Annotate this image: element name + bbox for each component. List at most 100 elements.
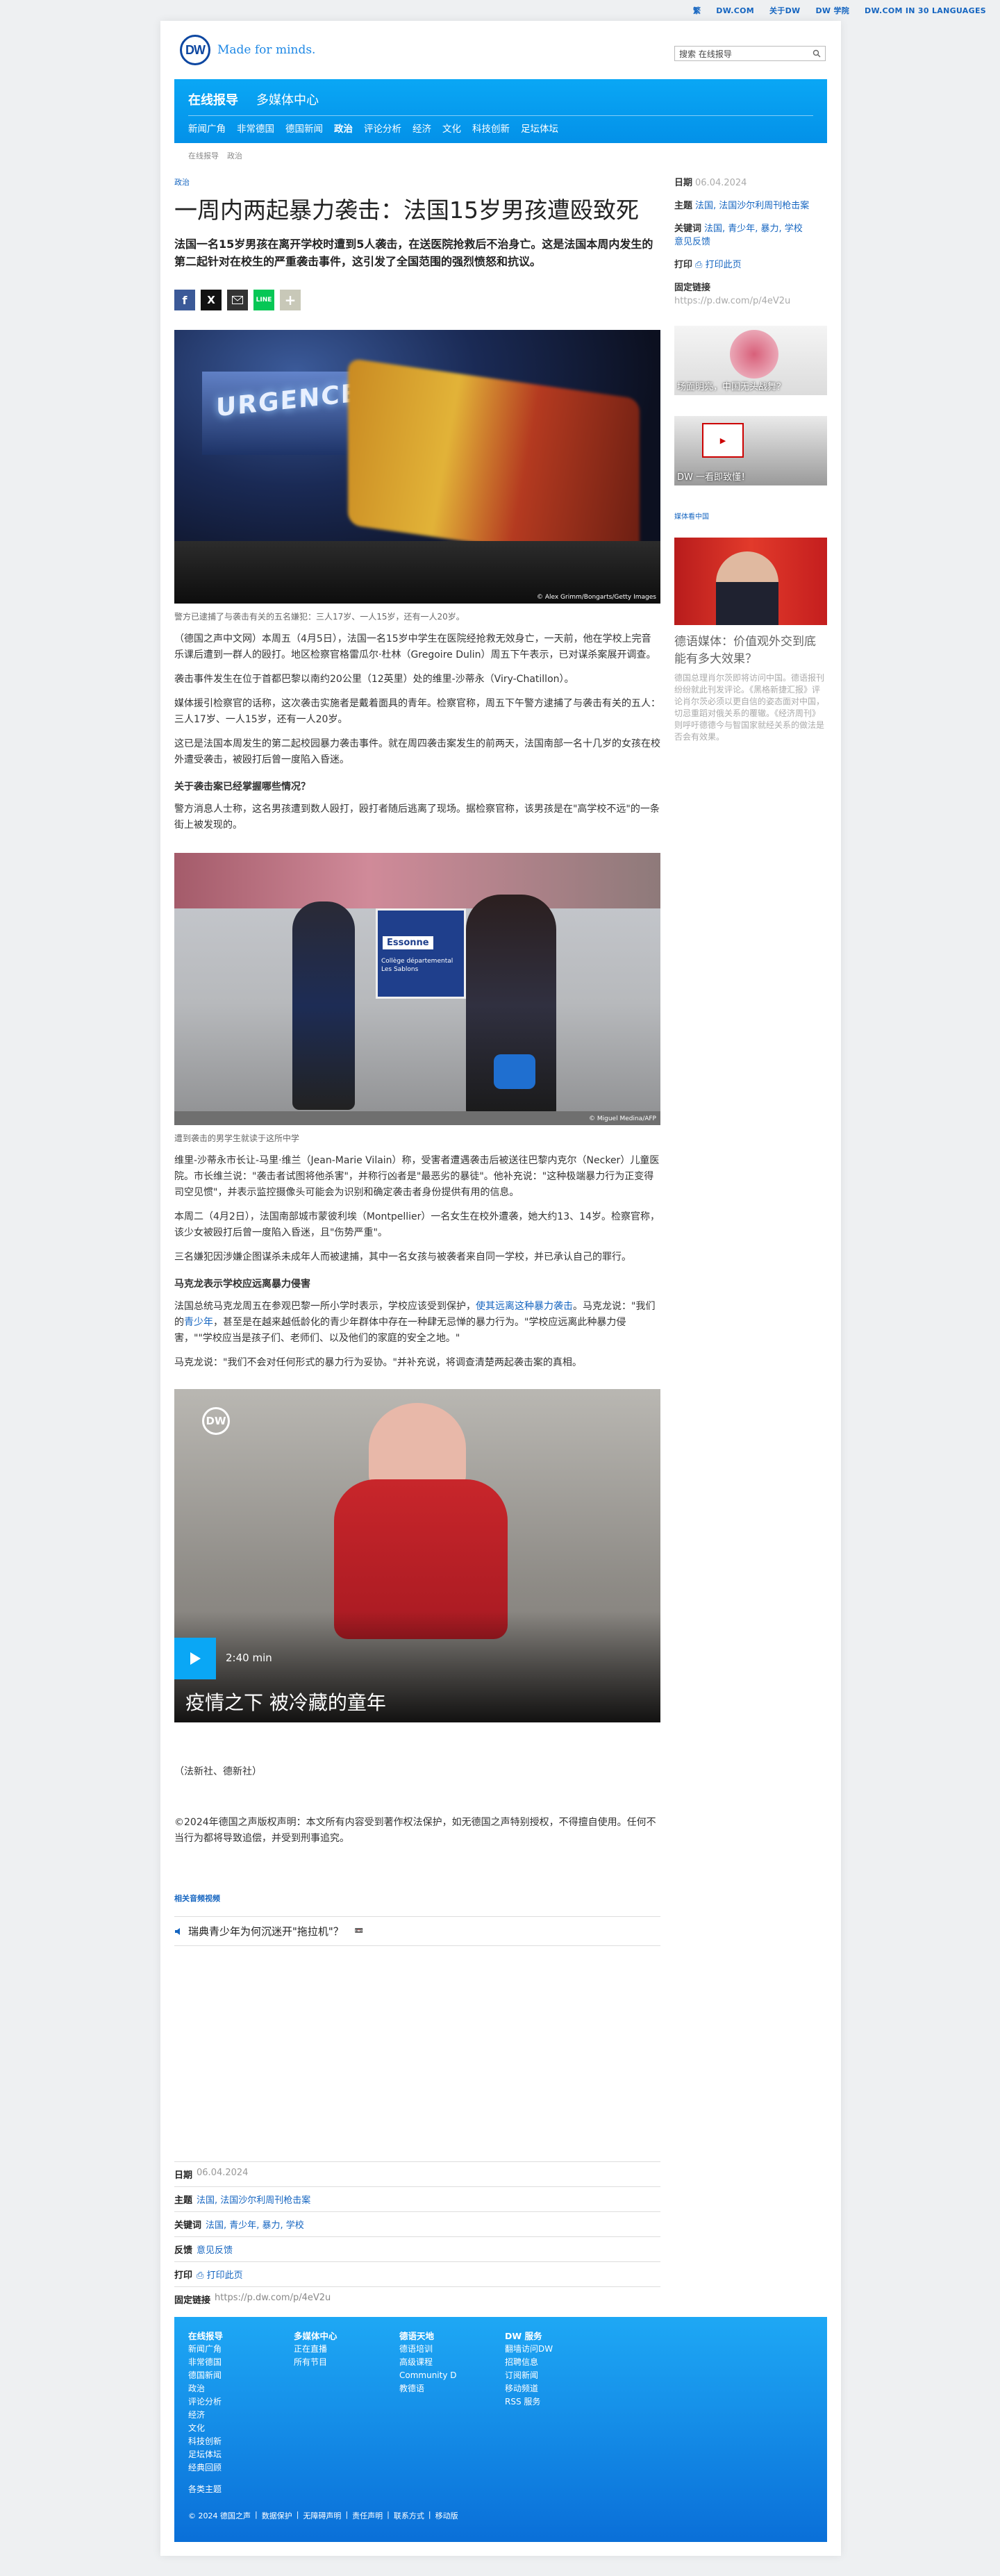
video-title[interactable]: 疫情之下 被冷藏的童年 <box>185 1688 386 1715</box>
topbar-link-about[interactable]: 关于DW <box>769 5 800 16</box>
breadcrumb: 在线报导 政治 <box>188 150 242 161</box>
footer-legal-link[interactable]: 联系方式 <box>394 2510 424 2521</box>
footer-link[interactable]: 新闻广角 <box>188 2343 223 2356</box>
article-subheading: 马克龙表示学校应远离暴力侵害 <box>174 1279 310 1290</box>
meta-row-keywords: 关键词 法国, 青少年, 暴力, 学校 <box>174 2211 660 2236</box>
article-paragraph: 三名嫌犯因涉嫌企图谋杀未成年人而被逮捕，其中一名女孩与被袭者来自同一学校，并已承… <box>174 1252 631 1263</box>
footer-legal-link[interactable]: 移动版 <box>435 2510 458 2521</box>
footer-link[interactable]: Community D <box>399 2369 457 2382</box>
footer-heading[interactable]: 多媒体中心 <box>294 2329 338 2343</box>
footer-separator: | <box>255 2510 258 2519</box>
footer-link[interactable]: 高级课程 <box>399 2356 457 2369</box>
nav-tab-online[interactable]: 在线报导 <box>188 90 238 108</box>
footer-link[interactable]: 文化 <box>188 2422 223 2435</box>
nav-item-sports[interactable]: 足坛体坛 <box>521 121 558 135</box>
image-credit: © Alex Grimm/Bongarts/Getty Images <box>536 594 656 601</box>
meta-feedback[interactable]: 意见反馈 <box>197 2243 233 2256</box>
footer-link[interactable]: 翻墙访问DW <box>505 2343 553 2356</box>
footer-link[interactable]: 教德语 <box>399 2382 457 2395</box>
sidebar-date-value: 06.04.2024 <box>695 178 747 188</box>
article-paragraph: 法国总统马克龙周五在参观巴黎一所小学时表示，学校应该受到保护，使其远离这种暴力袭… <box>174 1299 660 1347</box>
footer-link[interactable]: 正在直播 <box>294 2343 338 2356</box>
image-sign-text: Essonne <box>383 936 433 949</box>
article-link[interactable]: 青少年 <box>184 1317 213 1328</box>
meta-row-date: 日期 06.04.2024 <box>174 2161 660 2186</box>
nav-tab-multimedia[interactable]: 多媒体中心 <box>256 90 319 108</box>
breadcrumb-item-online[interactable]: 在线报导 <box>188 150 219 161</box>
footer-heading[interactable]: 德语天地 <box>399 2329 457 2343</box>
breadcrumb-item-politics[interactable]: 政治 <box>227 150 242 161</box>
print-icon: ⎙ <box>695 260 706 270</box>
meta-label: 反馈 <box>174 2245 193 2256</box>
topbar-link-languages[interactable]: DW.COM IN 30 LANGUAGES <box>865 6 986 15</box>
nav-item-politics[interactable]: 政治 <box>334 121 353 135</box>
promo-banner-caption: DW 一看即致懂！ <box>677 472 750 483</box>
footer-link[interactable]: 订阅新闻 <box>505 2369 553 2382</box>
nav-item-science[interactable]: 科技创新 <box>472 121 510 135</box>
search-icon[interactable] <box>812 49 821 58</box>
nav-item-news[interactable]: 新闻广角 <box>188 121 226 135</box>
footer-heading[interactable]: DW 服务 <box>505 2329 553 2343</box>
x-icon[interactable]: X <box>201 290 222 310</box>
footer-heading[interactable]: 在线报导 <box>188 2329 223 2343</box>
article-kicker[interactable]: 政治 <box>174 176 660 188</box>
meta-permalink[interactable]: https://p.dw.com/p/4eV2u <box>215 2293 331 2306</box>
sidebar-topic-link[interactable]: 法国, 法国沙尔利周刊枪击案 <box>695 201 809 211</box>
footer-link[interactable]: 所有节目 <box>294 2356 338 2369</box>
dw-logo[interactable]: DW Made for minds. <box>180 35 315 65</box>
sidebar-permalink-value[interactable]: https://p.dw.com/p/4eV2u <box>674 296 790 306</box>
footer-legal-link[interactable]: 数据保护 <box>262 2510 292 2521</box>
footer-link[interactable]: 德国新闻 <box>188 2369 223 2382</box>
sidebar-keywords: 关键词 法国, 青少年, 暴力, 学校 意见反馈 <box>674 222 827 249</box>
print-link[interactable]: ⎙ 打印此页 <box>197 2268 243 2281</box>
nav-divider <box>188 115 813 116</box>
search-input[interactable]: 搜索 在线报导 <box>674 46 826 61</box>
footer-link[interactable]: 足坛体坛 <box>188 2448 223 2461</box>
nav-item-opinion[interactable]: 评论分析 <box>364 121 401 135</box>
footer-link[interactable]: 政治 <box>188 2382 223 2395</box>
topbar-link-academy[interactable]: DW 学院 <box>815 5 849 16</box>
nav-item-culture[interactable]: 文化 <box>442 121 461 135</box>
footer-copyright: © 2024 德国之声 <box>188 2511 251 2520</box>
footer-link[interactable]: RSS 服务 <box>505 2395 553 2409</box>
footer-link[interactable]: 科技创新 <box>188 2435 223 2448</box>
footer-link[interactable]: 经济 <box>188 2409 223 2422</box>
sidebar-keywords-link[interactable]: 法国, 青少年, 暴力, 学校 <box>704 224 803 234</box>
nav-item-germany[interactable]: 非常德国 <box>237 121 274 135</box>
sidebar-label: 日期 <box>674 178 693 188</box>
email-icon[interactable] <box>227 290 248 310</box>
topbar-link-traditional[interactable]: 繁 <box>693 5 701 16</box>
footer-legal-link[interactable]: 责任声明 <box>352 2510 383 2521</box>
footer-link[interactable]: 评论分析 <box>188 2395 223 2409</box>
footer-link[interactable]: 非常德国 <box>188 2356 223 2369</box>
footer-legal-link[interactable]: 无障碍声明 <box>303 2510 341 2521</box>
sidebar-story-title[interactable]: 德语媒体：价值观外交到底能有多大效果？ <box>674 633 827 668</box>
line-icon[interactable]: LINE <box>253 290 274 310</box>
meta-topic[interactable]: 法国, 法国沙尔利周刊枪击案 <box>197 2193 310 2206</box>
facebook-icon[interactable]: f <box>174 290 195 310</box>
promo-banner-dragon[interactable]: 场面明亮，中国无头战舞？ <box>674 326 827 395</box>
more-share-icon[interactable]: + <box>280 290 301 310</box>
footer-link-topics[interactable]: 各类主题 <box>188 2483 223 2496</box>
meta-row-feedback: 反馈 意见反馈 <box>174 2236 660 2261</box>
sidebar-print-link[interactable]: ⎙ 打印此页 <box>695 260 742 270</box>
video-player[interactable]: DW 2:40 min 疫情之下 被冷藏的童年 <box>174 1389 660 1722</box>
sidebar-story-image[interactable] <box>674 538 827 625</box>
article-link[interactable]: 使其远离这种暴力袭击 <box>476 1301 573 1312</box>
nav-item-economy[interactable]: 经济 <box>412 121 431 135</box>
nav-item-german-news[interactable]: 德国新闻 <box>285 121 323 135</box>
topbar-link-dwcom[interactable]: DW.COM <box>716 6 754 15</box>
related-item[interactable]: 瑞典青少年为何沉迷开"拖拉机"？ 📼 <box>174 1916 660 1946</box>
footer-link[interactable]: 招聘信息 <box>505 2356 553 2369</box>
footer-link[interactable]: 移动频道 <box>505 2382 553 2395</box>
sidebar-feedback-link[interactable]: 意见反馈 <box>674 237 710 247</box>
share-bar: f X LINE + <box>174 290 660 310</box>
article-text: ，甚至是在越来越低龄化的青少年群体中存在一种肆无忌惮的暴力行为。"学校应远离此种… <box>174 1317 626 1344</box>
sidebar-section-label: 媒体看中国 <box>674 513 709 521</box>
footer-link[interactable]: 经典回顾 <box>188 2461 223 2475</box>
promo-banner-youtube[interactable]: ▶ DW 一看即致懂！ <box>674 416 827 485</box>
footer-link[interactable]: 德语培训 <box>399 2343 457 2356</box>
play-button[interactable] <box>174 1638 216 1679</box>
meta-keywords[interactable]: 法国, 青少年, 暴力, 学校 <box>206 2218 304 2231</box>
sidebar-label: 固定链接 <box>674 283 711 293</box>
